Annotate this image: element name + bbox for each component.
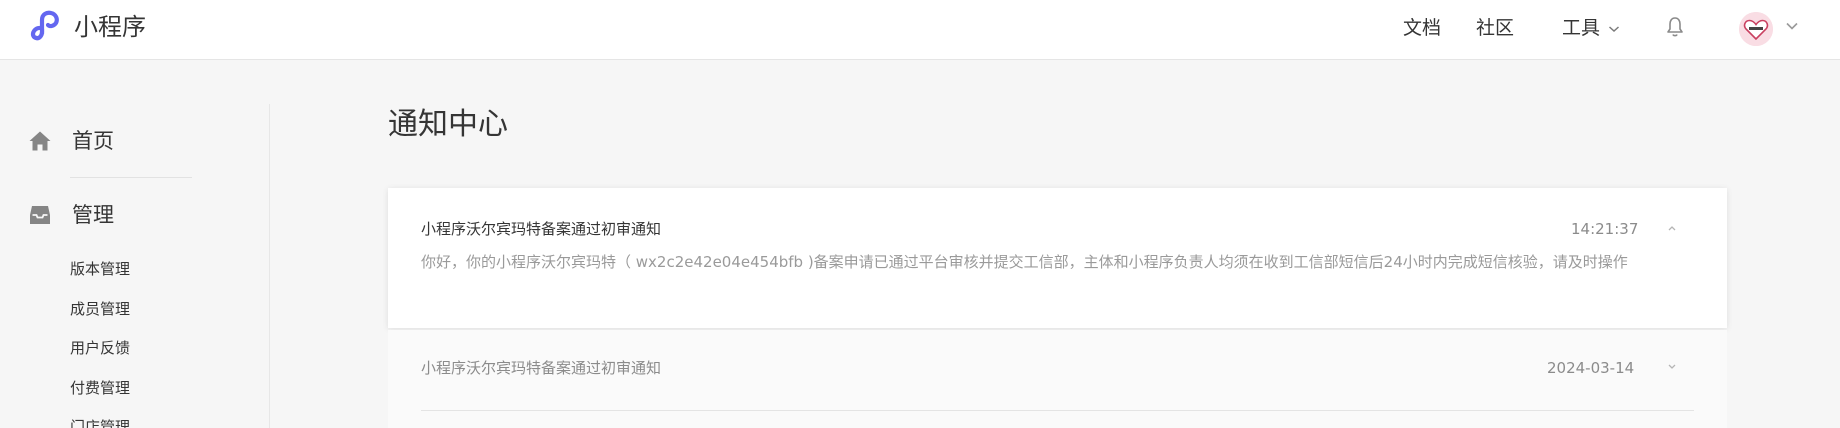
top-header: 小程序 文档 社区 工具 xyxy=(0,0,1840,60)
sidebar-item-member-manage[interactable]: 成员管理 xyxy=(70,298,130,320)
sidebar-item-store-manage[interactable]: 门店管理 xyxy=(70,416,130,428)
account-chevron-down-icon[interactable] xyxy=(1785,20,1799,32)
notification-title: 小程序沃尔宾玛特备案通过初审通知 xyxy=(421,220,662,238)
sidebar-item-version-manage[interactable]: 版本管理 xyxy=(70,258,130,280)
notification-date: 2024-03-14 xyxy=(1547,359,1635,377)
inbox-icon xyxy=(30,206,50,224)
sidebar-item-manage[interactable]: 管理 xyxy=(28,200,114,230)
chevron-up-icon[interactable] xyxy=(1666,224,1678,232)
notification-time: 14:21:37 xyxy=(1571,220,1639,238)
chevron-down-icon xyxy=(1609,25,1620,32)
sidebar-item-user-feedback[interactable]: 用户反馈 xyxy=(70,337,130,359)
sidebar-divider xyxy=(70,177,192,178)
sidebar-vertical-divider xyxy=(269,104,270,428)
notification-divider xyxy=(421,410,1694,411)
nav-tools-dropdown[interactable]: 工具 xyxy=(1562,14,1620,42)
user-avatar[interactable] xyxy=(1739,12,1773,46)
chevron-down-icon[interactable] xyxy=(1666,363,1678,371)
page-title: 通知中心 xyxy=(388,107,508,142)
sidebar-item-home[interactable]: 首页 xyxy=(28,126,114,156)
nav-tools-label: 工具 xyxy=(1562,17,1601,39)
sidebar-item-payment-manage[interactable]: 付费管理 xyxy=(70,377,130,399)
brand-name[interactable]: 小程序 xyxy=(74,10,146,44)
nav-docs-link[interactable]: 文档 xyxy=(1403,14,1441,42)
notification-body: 你好，你的小程序沃尔宾玛特（ wx2c2e42e04e454bfb )备案申请已… xyxy=(421,253,1628,271)
notification-title: 小程序沃尔宾玛特备案通过初审通知 xyxy=(421,359,662,377)
heart-avatar-icon xyxy=(1739,12,1773,46)
sidebar-home-label: 首页 xyxy=(72,129,114,153)
sidebar-manage-label: 管理 xyxy=(72,203,114,227)
bell-icon[interactable] xyxy=(1663,15,1687,39)
nav-community-link[interactable]: 社区 xyxy=(1476,14,1514,42)
miniprogram-logo-icon[interactable] xyxy=(28,8,66,46)
home-icon xyxy=(29,131,51,151)
notification-item-collapsed[interactable]: 小程序沃尔宾玛特备案通过初审通知 2024-03-14 xyxy=(388,330,1727,428)
notification-item-expanded[interactable]: 小程序沃尔宾玛特备案通过初审通知 14:21:37 你好，你的小程序沃尔宾玛特（… xyxy=(388,188,1727,328)
